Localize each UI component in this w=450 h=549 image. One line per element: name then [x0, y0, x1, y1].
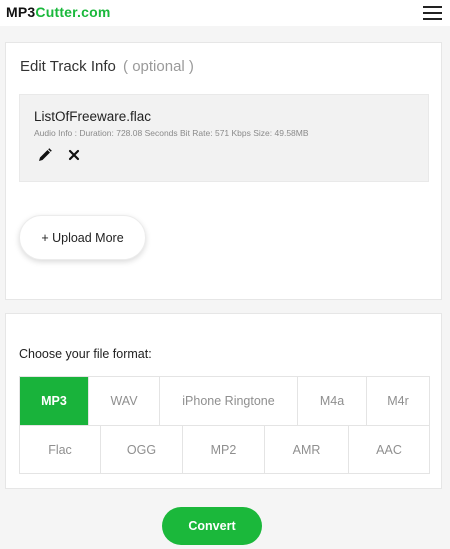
file-item: ListOfFreeware.flac Audio Info : Duratio… [19, 94, 429, 182]
logo-part-2: Cutter.com [35, 4, 111, 20]
upload-more-button[interactable]: + Upload More [19, 215, 146, 260]
optional-label: ( optional ) [123, 58, 194, 75]
format-option-wav[interactable]: WAV [89, 377, 160, 425]
file-audio-info: Audio Info : Duration: 728.08 Seconds Bi… [34, 128, 309, 138]
format-option-m4r[interactable]: M4r [367, 377, 429, 425]
pencil-icon[interactable] [37, 147, 53, 163]
format-row-1: MP3 WAV iPhone Ringtone M4a M4r [20, 377, 429, 425]
format-option-ogg[interactable]: OGG [101, 426, 183, 473]
convert-button[interactable]: Convert [162, 507, 262, 545]
format-option-m4a[interactable]: M4a [298, 377, 367, 425]
format-row-2: Flac OGG MP2 AMR AAC [20, 425, 429, 473]
track-info-title: Edit Track Info ( optional ) [20, 58, 194, 75]
format-title: Choose your file format: [19, 347, 152, 361]
menu-icon[interactable] [423, 6, 442, 20]
format-option-mp2[interactable]: MP2 [183, 426, 265, 473]
format-card: Choose your file format: MP3 WAV iPhone … [5, 313, 442, 489]
logo[interactable]: MP3Cutter.com [6, 4, 111, 20]
logo-part-1: MP3 [6, 4, 36, 20]
format-option-aac[interactable]: AAC [349, 426, 429, 473]
format-option-amr[interactable]: AMR [265, 426, 349, 473]
format-option-flac[interactable]: Flac [20, 426, 101, 473]
close-icon[interactable] [66, 147, 82, 163]
file-name: ListOfFreeware.flac [34, 109, 152, 124]
header: MP3Cutter.com [0, 0, 450, 26]
track-info-title-text: Edit Track Info [20, 58, 116, 75]
track-info-card: Edit Track Info ( optional ) ListOfFreew… [5, 42, 442, 300]
format-option-iphone-ringtone[interactable]: iPhone Ringtone [160, 377, 298, 425]
format-grid: MP3 WAV iPhone Ringtone M4a M4r Flac OGG… [19, 376, 430, 474]
format-option-mp3[interactable]: MP3 [20, 377, 89, 425]
